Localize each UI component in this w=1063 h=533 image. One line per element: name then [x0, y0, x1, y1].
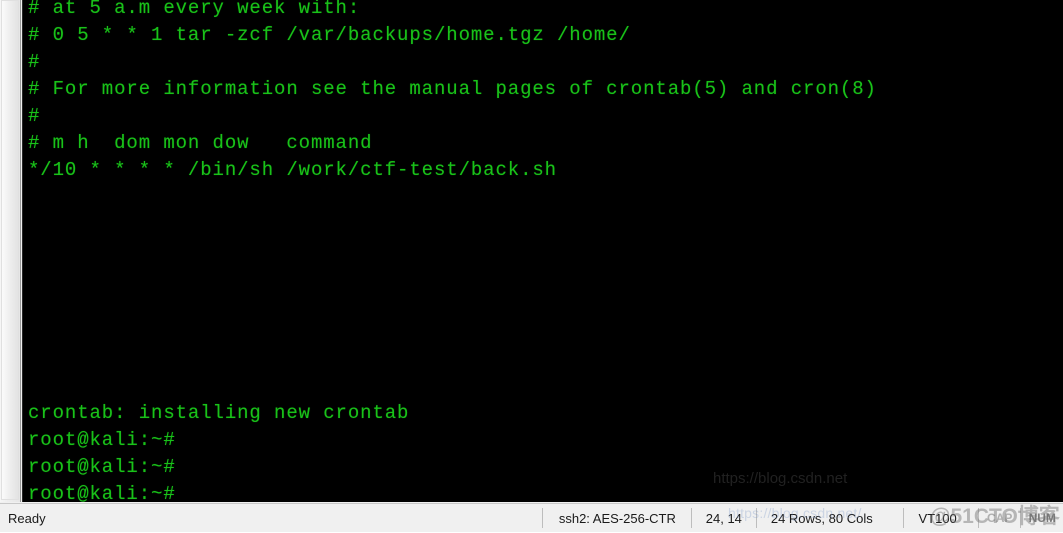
- terminal-prompt-line: root@kali:~#: [28, 483, 176, 502]
- terminal-prompt-line: root@kali:~#: [28, 456, 176, 478]
- terminal-line: crontab: installing new crontab: [28, 402, 410, 424]
- status-emulation: VT100: [918, 510, 957, 526]
- terminal-scrollbar[interactable]: [0, 0, 21, 502]
- terminal-line: #: [28, 105, 41, 127]
- status-bar: Ready ssh2: AES-256-CTR 24, 14 24 Rows, …: [0, 503, 1063, 532]
- status-dimensions: 24 Rows, 80 Cols: [770, 510, 873, 526]
- status-cursor-position: 24, 14: [705, 510, 742, 526]
- status-ready: Ready: [8, 510, 46, 526]
- terminal-line: */10 * * * * /bin/sh /work/ctf-test/back…: [28, 159, 557, 181]
- status-num-indicator: NUM: [1028, 511, 1056, 525]
- ssh-client-window: # at 5 a.m every week with: # 0 5 * * 1 …: [0, 0, 1063, 532]
- terminal-line: #: [28, 51, 41, 73]
- terminal-line: # 0 5 * * 1 tar -zcf /var/backups/home.t…: [28, 24, 631, 46]
- status-cipher: ssh2: AES-256-CTR: [558, 510, 676, 526]
- terminal-prompt-line: root@kali:~#: [28, 429, 176, 451]
- terminal-line: # at 5 a.m every week with:: [28, 0, 361, 19]
- terminal-line: # m h dom mon dow command: [28, 132, 373, 154]
- terminal-line: # For more information see the manual pa…: [28, 78, 877, 100]
- status-caps-indicator: CAP: [987, 511, 1013, 525]
- scrollbar-thumb[interactable]: [1, 0, 19, 500]
- terminal-output[interactable]: # at 5 a.m every week with: # 0 5 * * 1 …: [22, 0, 1063, 502]
- terminal-screen: # at 5 a.m every week with: # 0 5 * * 1 …: [28, 0, 1058, 502]
